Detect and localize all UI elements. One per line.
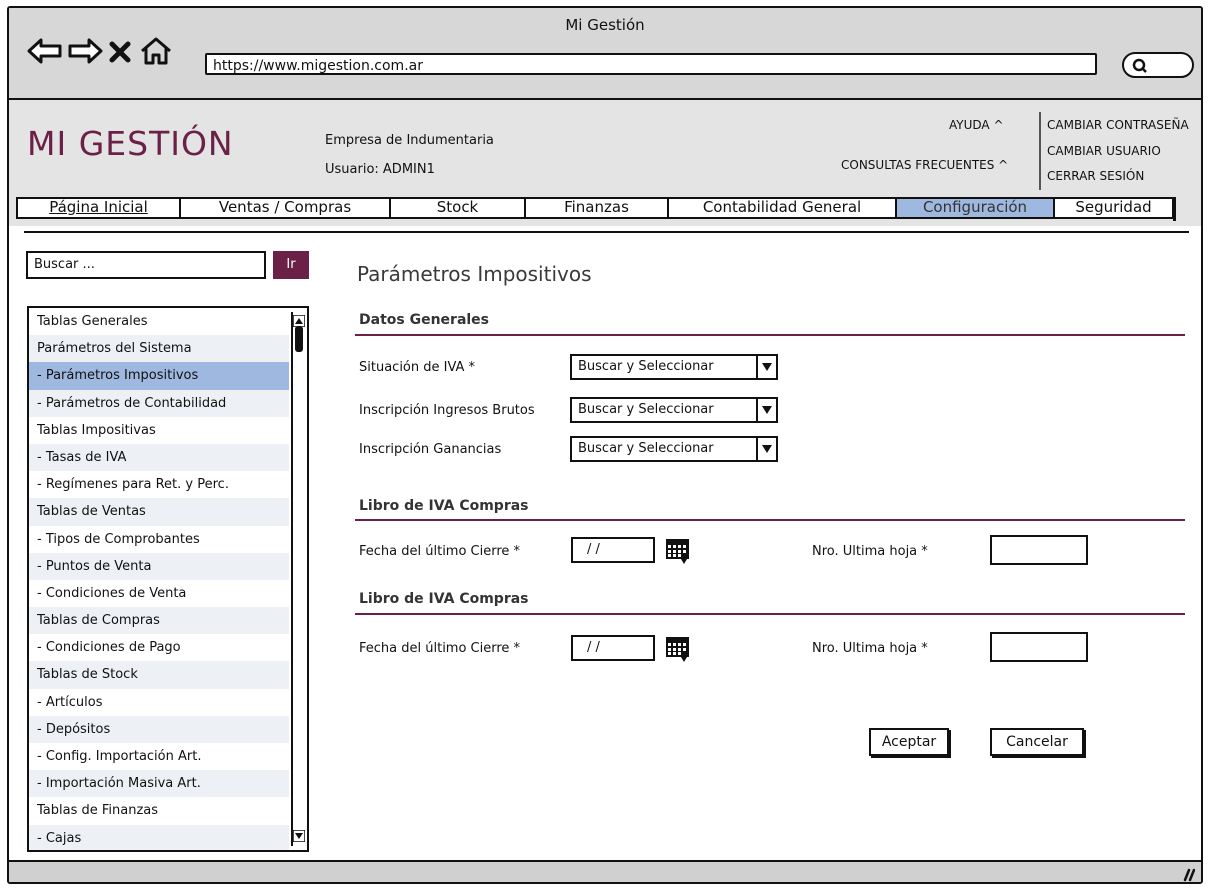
sidebar-item[interactable]: - Condiciones de Venta	[29, 580, 289, 607]
help-link[interactable]: AYUDA ^	[949, 118, 1004, 132]
sidebar-item[interactable]: - Config. Importación Art.	[29, 743, 289, 770]
sidebar-item[interactable]: - Condiciones de Pago	[29, 634, 289, 661]
sidebar-item[interactable]: - Parámetros Impositivos	[29, 362, 289, 390]
scrollbar[interactable]	[291, 312, 306, 846]
chevron-down-icon[interactable]	[756, 399, 776, 421]
scroll-down-icon[interactable]	[292, 827, 306, 846]
menu-item-label: Ventas / Compras	[218, 198, 352, 216]
section-title-book1: Libro de IVA Compras	[359, 498, 529, 514]
calendar-icon[interactable]	[665, 635, 691, 667]
book1-date-input[interactable]: / /	[571, 537, 655, 563]
menu-item-label: Página Inicial	[49, 198, 148, 216]
sidebar-item[interactable]: - Cajas	[29, 824, 289, 850]
select-value: Buscar y Seleccionar	[578, 402, 714, 417]
current-user: Usuario: ADMIN1	[325, 162, 435, 177]
select-value: Buscar y Seleccionar	[578, 441, 714, 456]
sidebar-item[interactable]: Tablas de Ventas	[29, 498, 289, 526]
close-icon[interactable]	[109, 41, 131, 67]
sidebar-item[interactable]: - Tipos de Comprobantes	[29, 526, 289, 553]
change-user-link[interactable]: CAMBIAR USUARIO	[1047, 144, 1161, 158]
sidebar-items: Tablas Generales Parámetros del Sistema - …	[29, 308, 307, 850]
menu-item-label: Configuración	[922, 198, 1028, 216]
menu-item-label: Contabilidad General	[702, 198, 862, 216]
sidebar-item[interactable]: - Puntos de Venta	[29, 552, 289, 580]
section-rule	[355, 334, 1185, 336]
app-header: MI GESTIÓN Empresa de Indumentaria Usuar…	[9, 100, 1201, 226]
status-bar	[9, 860, 1201, 882]
menu-item-finanzas[interactable]: Finanzas	[526, 199, 669, 217]
company-name: Empresa de Indumentaria	[325, 133, 494, 148]
sidebar-item[interactable]: - Tasas de IVA	[29, 443, 289, 472]
sidebar-item[interactable]: - Depósitos	[29, 715, 289, 743]
menu-shadow	[1173, 197, 1176, 221]
main-menu: Página Inicial Ventas / Compras Stock Fi…	[16, 197, 1174, 219]
back-arrow-icon[interactable]	[27, 38, 63, 68]
page-content: MI GESTIÓN Empresa de Indumentaria Usuar…	[9, 100, 1201, 858]
scroll-thumb[interactable]	[295, 326, 303, 352]
book2-date-label: Fecha del último Cierre *	[359, 641, 521, 656]
book1-date-label: Fecha del último Cierre *	[359, 544, 521, 559]
menu-item-contabilidad[interactable]: Contabilidad General	[669, 199, 897, 217]
search-go-button[interactable]: Ir	[273, 251, 309, 279]
book1-page-label: Nro. Ultima hoja *	[812, 544, 928, 559]
sidebar-item[interactable]: - Parámetros de Contabilidad	[29, 389, 289, 417]
browser-search-field[interactable]	[1122, 52, 1194, 78]
window-title: Mi Gestión	[565, 16, 645, 34]
iibb-label: Inscripción Ingresos Brutos	[359, 403, 535, 418]
change-password-link[interactable]: CAMBIAR CONTRASEÑA	[1047, 118, 1189, 132]
section-rule	[355, 613, 1185, 615]
menu-item-inicio[interactable]: Página Inicial	[18, 199, 181, 217]
sidebar-item[interactable]: Tablas de Compras	[29, 607, 289, 635]
menu-item-ventas-compras[interactable]: Ventas / Compras	[181, 199, 391, 217]
resize-grip-icon[interactable]	[1179, 866, 1196, 882]
chevron-down-icon[interactable]	[756, 438, 776, 460]
menu-item-label: Seguridad	[1075, 198, 1152, 216]
section-title-book2: Libro de IVA Compras	[359, 591, 529, 607]
header-divider	[1039, 112, 1041, 190]
sidebar-item[interactable]: Tablas de Stock	[29, 661, 289, 689]
menu-item-label: Stock	[436, 198, 479, 216]
ganancias-select[interactable]: Buscar y Seleccionar	[570, 436, 778, 462]
sidebar-item[interactable]: Tablas de Finanzas	[29, 797, 289, 824]
section-rule	[355, 519, 1185, 521]
home-icon[interactable]	[139, 36, 173, 70]
iva-situation-label: Situación de IVA *	[359, 360, 476, 375]
sidebar-search-input[interactable]: Buscar ...	[26, 251, 266, 279]
iva-situation-select[interactable]: Buscar y Seleccionar	[570, 354, 778, 380]
sidebar-item[interactable]: - Importación Masiva Art.	[29, 770, 289, 798]
logout-link[interactable]: CERRAR SESIÓN	[1047, 169, 1144, 183]
ganancias-label: Inscripción Ganancias	[359, 442, 502, 457]
cancel-button[interactable]: Cancelar	[990, 728, 1084, 756]
accept-button[interactable]: Aceptar	[869, 728, 949, 756]
browser-chrome: Mi Gestión https://www.migestion.com.ar	[9, 8, 1201, 100]
menu-item-seguridad[interactable]: Seguridad	[1055, 199, 1172, 217]
menu-item-stock[interactable]: Stock	[391, 199, 526, 217]
sidebar-nav: Tablas Generales Parámetros del Sistema - …	[27, 306, 309, 852]
browser-window: Mi Gestión https://www.migestion.com.ar …	[7, 6, 1203, 884]
book2-page-input[interactable]	[990, 632, 1088, 662]
book1-page-input[interactable]	[990, 535, 1088, 565]
section-title-general: Datos Generales	[359, 312, 490, 328]
book2-page-label: Nro. Ultima hoja *	[812, 641, 928, 656]
menu-item-configuracion[interactable]: Configuración	[897, 199, 1055, 217]
menu-item-label: Finanzas	[564, 198, 629, 216]
forward-arrow-icon[interactable]	[67, 38, 103, 68]
iibb-select[interactable]: Buscar y Seleccionar	[570, 397, 778, 423]
page-title: Parámetros Impositivos	[357, 262, 592, 286]
select-value: Buscar y Seleccionar	[578, 359, 714, 374]
header-rule	[24, 231, 1189, 233]
sidebar-item[interactable]: Parámetros del Sistema	[29, 335, 289, 363]
sidebar-item[interactable]: Tablas Impositivas	[29, 417, 289, 444]
address-bar[interactable]: https://www.migestion.com.ar	[205, 53, 1097, 75]
book2-date-input[interactable]: / /	[571, 635, 655, 661]
sidebar-item[interactable]: - Regímenes para Ret. y Perc.	[29, 471, 289, 498]
app-logo: MI GESTIÓN	[27, 124, 234, 163]
search-icon	[1132, 58, 1148, 78]
sidebar-item[interactable]: Tablas Generales	[29, 308, 289, 335]
calendar-icon[interactable]	[665, 537, 691, 569]
chevron-down-icon[interactable]	[756, 356, 776, 378]
faq-link[interactable]: CONSULTAS FRECUENTES ^	[841, 158, 1008, 172]
sidebar-item[interactable]: - Artículos	[29, 689, 289, 716]
